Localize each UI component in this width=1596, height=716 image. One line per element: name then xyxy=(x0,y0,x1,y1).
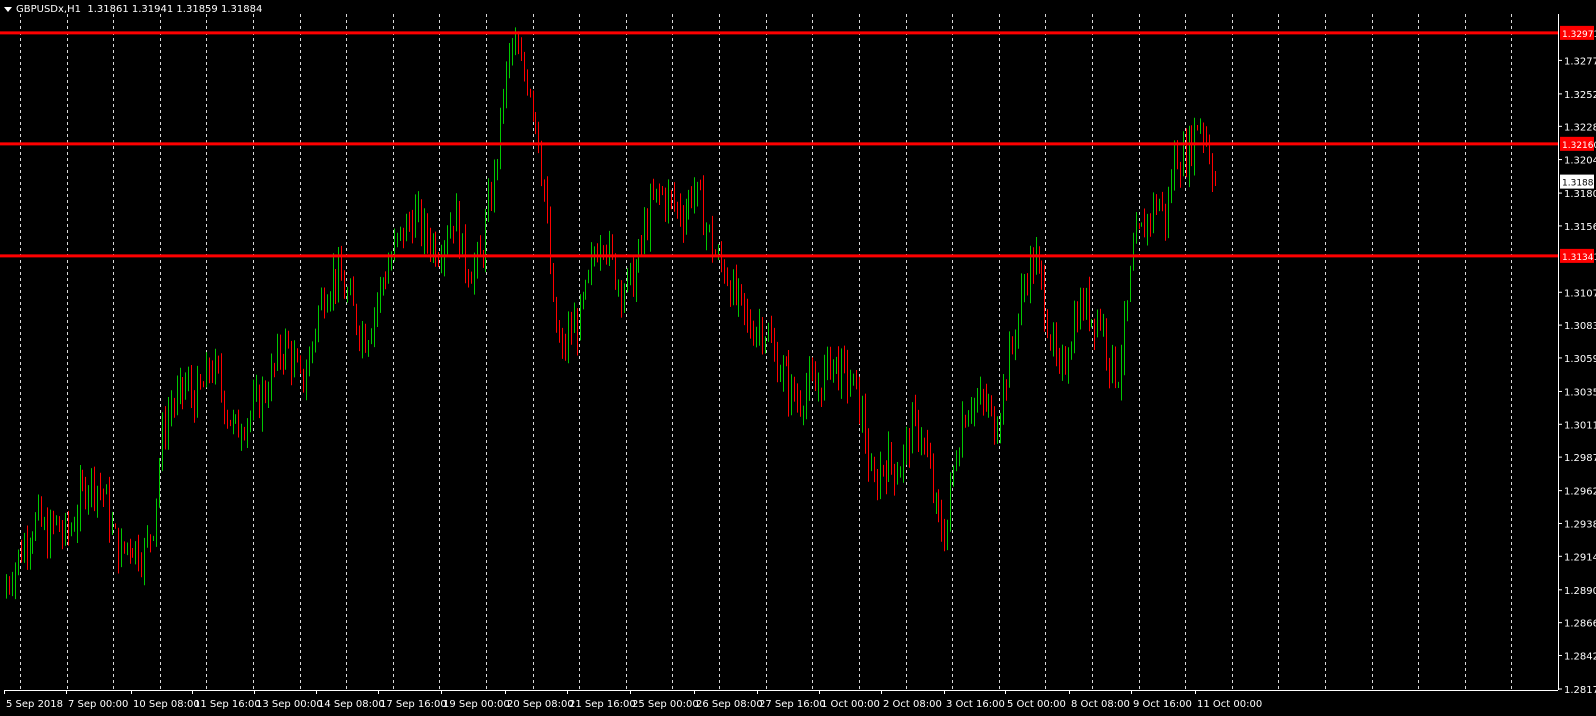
time-tick-label: 3 Oct 16:00 xyxy=(946,699,1005,710)
price-tick-label: 1.32288 xyxy=(1564,122,1596,133)
price-tick-label: 1.29145 xyxy=(1564,552,1596,563)
time-tick-label: 10 Sep 08:00 xyxy=(133,699,200,710)
price-tick-label: 1.28660 xyxy=(1564,619,1596,630)
price-tick-label: 1.31075 xyxy=(1564,288,1596,299)
time-tick-label: 2 Oct 08:00 xyxy=(883,699,942,710)
time-tick-label: 13 Sep 00:00 xyxy=(256,699,323,710)
time-tick-label: 26 Sep 08:00 xyxy=(696,699,763,710)
level-price-label: 1.31341 xyxy=(1562,253,1596,263)
level-price-label: 1.32971 xyxy=(1562,30,1596,40)
price-tick-label: 1.29625 xyxy=(1564,487,1596,498)
time-tick-label: 8 Oct 08:00 xyxy=(1071,699,1130,710)
axes: 1.32770 1.32525 1.32288 1.32045 1.31800 1.315… xyxy=(4,14,1596,710)
time-tick-label: 19 Sep 00:00 xyxy=(443,699,510,710)
price-tick-label: 1.32770 xyxy=(1564,56,1596,67)
candles xyxy=(6,27,1216,600)
price-tick-label: 1.29385 xyxy=(1564,519,1596,530)
time-tick-label: 7 Sep 00:00 xyxy=(68,699,128,710)
price-tick-label: 1.30835 xyxy=(1564,321,1596,332)
time-tick-label: 25 Sep 00:00 xyxy=(632,699,699,710)
current-price-label: 1.31884 xyxy=(1562,179,1596,189)
time-tick-label: 5 Sep 2018 xyxy=(6,699,63,710)
chart-window[interactable]: 1.329711.321601.313411.31884 1.327701.32… xyxy=(0,0,1596,716)
price-tick-label: 1.30350 xyxy=(1564,387,1596,398)
ohlc-readout: 1.31861 1.31941 1.31859 1.31884 xyxy=(87,4,263,15)
price-tick-label: 1.28420 xyxy=(1564,651,1596,662)
time-tick-label: 20 Sep 08:00 xyxy=(507,699,574,710)
time-tick-label: 14 Sep 08:00 xyxy=(318,699,385,710)
candlestick-chart[interactable]: 1.329711.321601.313411.31884 1.327701.32… xyxy=(0,0,1596,716)
price-tick-label: 1.32045 xyxy=(1564,156,1596,167)
time-tick-label: 1 Oct 00:00 xyxy=(821,699,880,710)
price-tick-label: 1.30110 xyxy=(1564,420,1596,431)
price-tick-label: 1.28900 xyxy=(1564,586,1596,597)
time-tick-label: 11 Sep 16:00 xyxy=(194,699,261,710)
time-tick-label: 27 Sep 16:00 xyxy=(759,699,826,710)
time-tick-label: 5 Oct 00:00 xyxy=(1007,699,1066,710)
dropdown-triangle-icon[interactable] xyxy=(4,6,12,12)
time-tick-label: 11 Oct 00:00 xyxy=(1197,699,1262,710)
price-tick-label: 1.30595 xyxy=(1564,354,1596,365)
time-tick-label: 17 Sep 16:00 xyxy=(380,699,447,710)
price-tick-label: 1.31800 xyxy=(1564,189,1596,200)
level-price-label: 1.32160 xyxy=(1562,141,1596,151)
price-tick-label: 1.31560 xyxy=(1564,222,1596,233)
price-tick-label: 1.28175 xyxy=(1564,685,1596,696)
horizontal-levels: 1.32971 1.32160 1.31341 1.31884 xyxy=(0,25,1596,263)
time-tick-label: 21 Sep 16:00 xyxy=(569,699,636,710)
price-tick-label: 1.29870 xyxy=(1564,453,1596,464)
symbol-info: GBPUSDx,H1 xyxy=(16,4,81,15)
chart-header: GBPUSDx,H1 1.31861 1.31941 1.31859 1.318… xyxy=(4,4,262,15)
price-tick-label: 1.32525 xyxy=(1564,90,1596,101)
time-tick-label: 9 Oct 16:00 xyxy=(1133,699,1192,710)
